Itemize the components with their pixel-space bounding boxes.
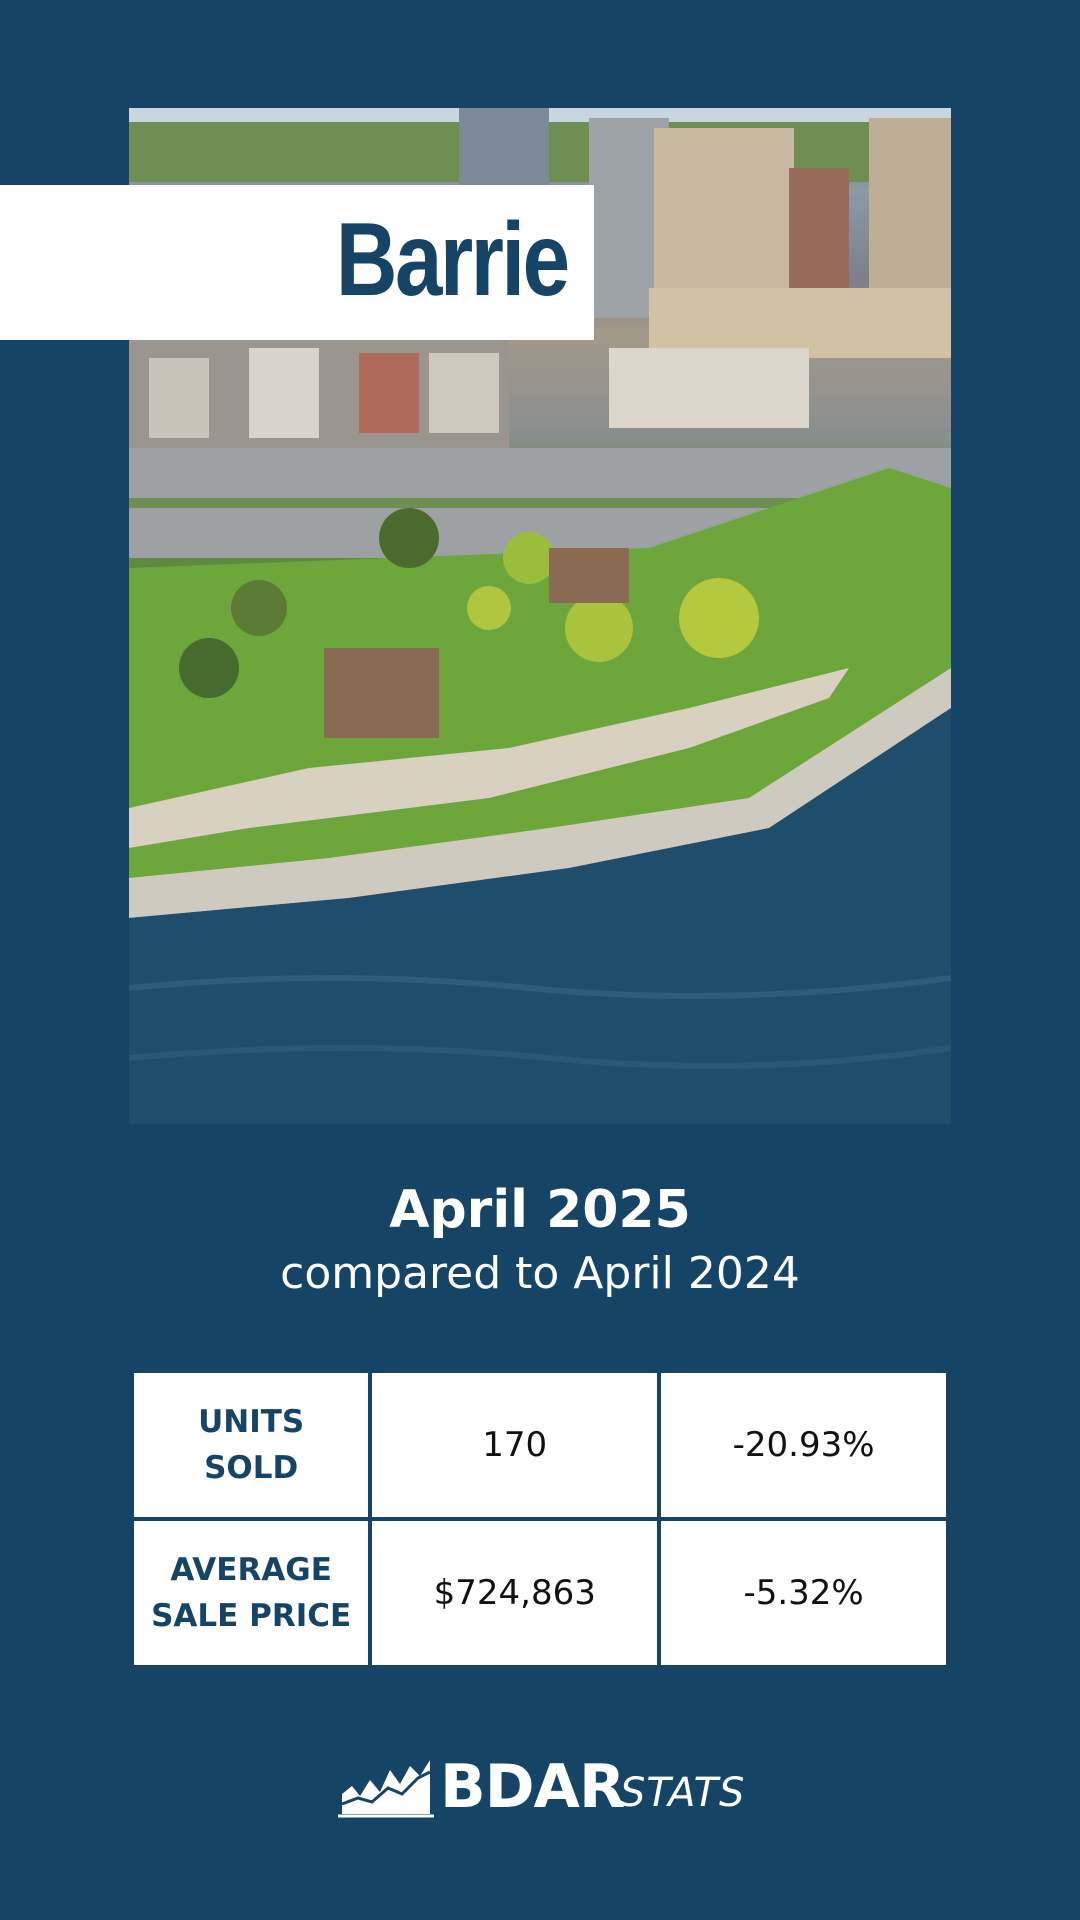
table-row: AVERAGE SALE PRICE $724,863 -5.32% — [129, 1517, 950, 1669]
city-name: Barrie — [336, 202, 570, 318]
city-title-band: Barrie — [0, 185, 594, 340]
logo-sub-text: STATS — [620, 1770, 746, 1816]
stat-label-text: AVERAGE SALE PRICE — [151, 1551, 352, 1635]
skyline-chart-icon — [338, 1760, 434, 1818]
stat-label-text: UNITS SOLD — [198, 1403, 305, 1487]
stat-change-average-sale-price: -5.32% — [657, 1517, 950, 1669]
stat-value-units-sold: 170 — [368, 1369, 662, 1521]
stat-label-average-sale-price: AVERAGE SALE PRICE — [129, 1517, 373, 1669]
stats-table: UNITS SOLD 170 -20.93% AVERAGE SALE PRIC… — [129, 1369, 950, 1669]
bdar-stats-logo: BDAR STATS — [336, 1752, 746, 1822]
period-comparison: compared to April 2024 — [280, 1248, 800, 1299]
table-row: UNITS SOLD 170 -20.93% — [129, 1369, 950, 1521]
logo-brand-text: BDAR — [440, 1752, 625, 1822]
stat-label-units-sold: UNITS SOLD — [129, 1369, 373, 1521]
period-title: April 2025 — [389, 1180, 691, 1240]
stat-value-average-sale-price: $724,863 — [368, 1517, 662, 1669]
stat-change-units-sold: -20.93% — [657, 1369, 950, 1521]
